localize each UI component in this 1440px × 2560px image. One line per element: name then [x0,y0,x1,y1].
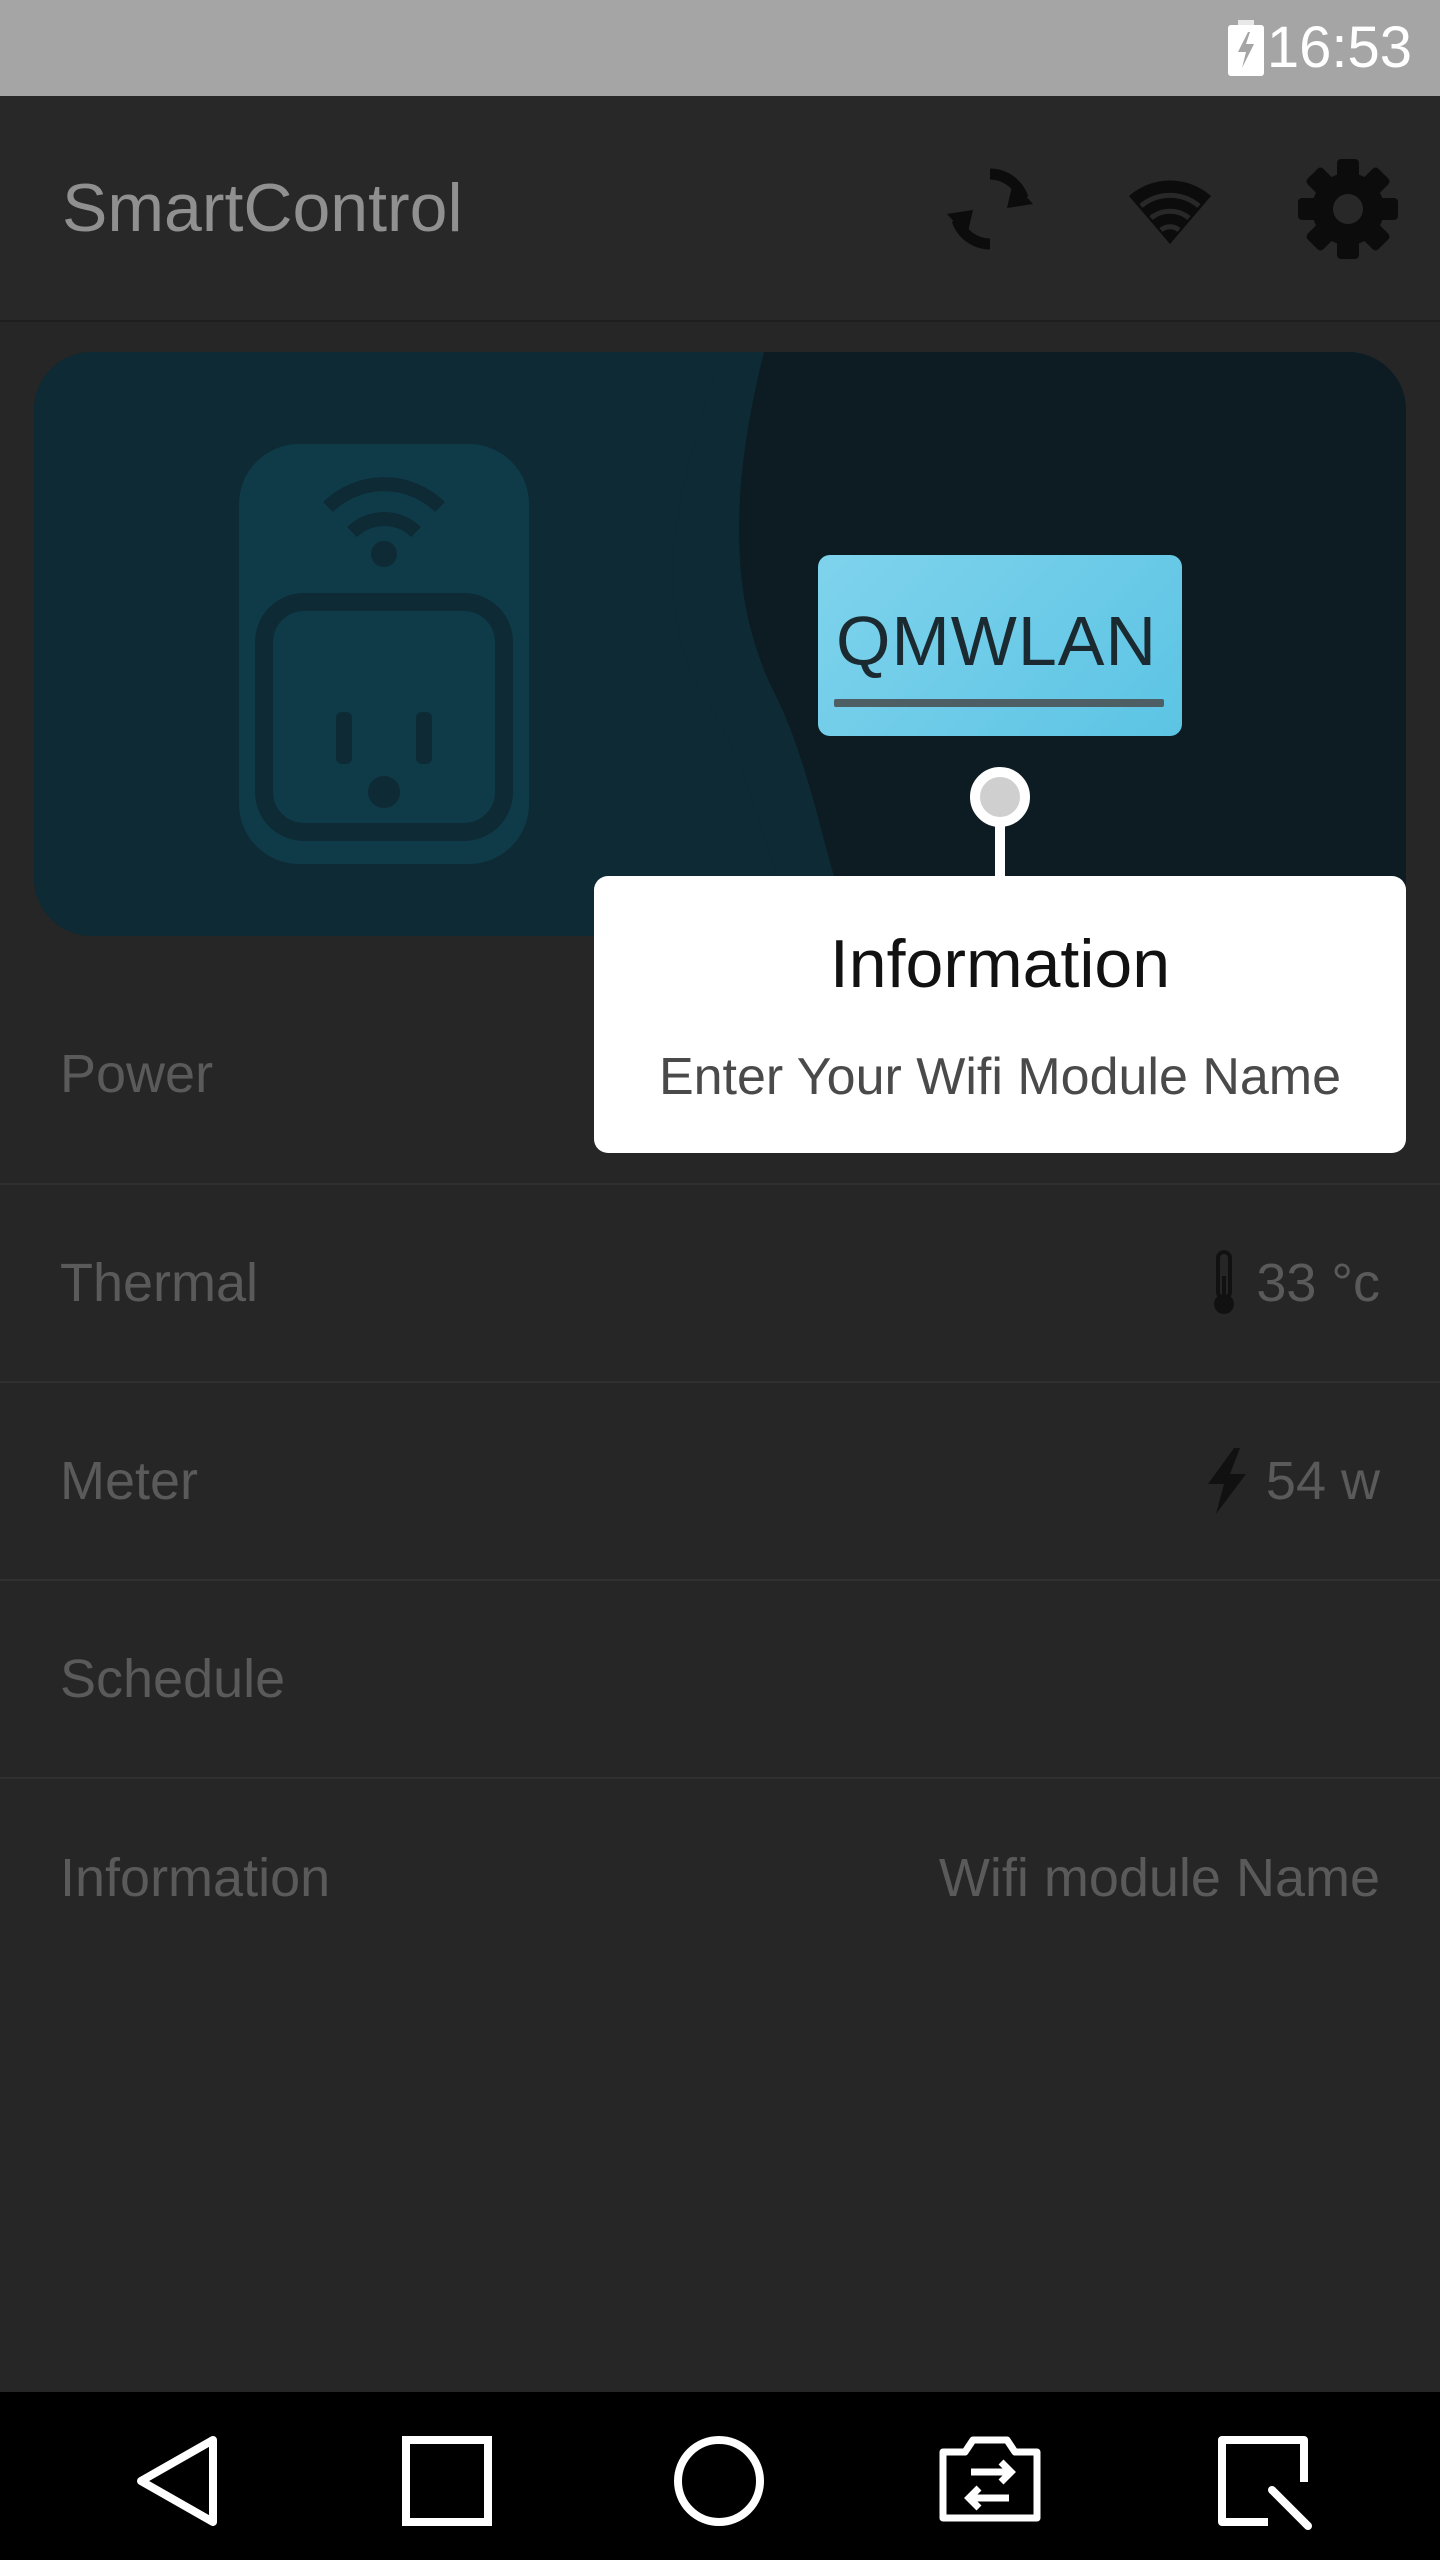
row-value: 54 w [1204,1448,1380,1514]
thermometer-icon [1214,1250,1235,1314]
status-bar: 16:53 [0,0,1440,96]
wifi-module-name-field[interactable]: QMWLAN [818,555,1182,736]
wifi-module-name-value: QMWLAN [836,602,1157,680]
information-tooltip[interactable]: Information Enter Your Wifi Module Name [594,876,1406,1153]
refresh-icon[interactable] [935,154,1045,264]
status-time: 16:53 [1266,15,1412,80]
row-label: Thermal [60,1253,259,1313]
tooltip-title: Information [829,926,1171,1002]
row-label: Schedule [60,1649,286,1709]
tooltip-message: Enter Your Wifi Module Name [658,1048,1342,1106]
row-value: Wifi module Name [939,1847,1380,1909]
navigation-bar [0,2392,1440,2560]
smart-plug-illustration [34,352,1406,936]
battery-charging-icon [1228,20,1264,76]
list-row-schedule[interactable]: Schedule [0,1581,1440,1779]
list-row-information[interactable]: Information Wifi module Name [0,1779,1440,1977]
row-label: Information [60,1848,331,1908]
row-value: 33 °c [1210,1250,1380,1316]
list-row-thermal[interactable]: Thermal 33 °c [0,1185,1440,1383]
hero-banner [34,352,1406,936]
app-title: SmartControl [62,170,463,246]
row-label: Meter [60,1451,199,1511]
home-icon[interactable] [664,2426,774,2536]
field-underline [834,699,1164,707]
screen-capture-icon[interactable] [1208,2426,1318,2536]
meter-value: 54 w [1265,1451,1380,1511]
switch-app-icon[interactable] [935,2426,1045,2536]
list-row-meter[interactable]: Meter 54 w [0,1383,1440,1581]
back-icon[interactable] [125,2426,235,2536]
thermal-value: 33 °c [1256,1253,1380,1313]
information-value: Wifi module Name [938,1848,1380,1908]
recent-apps-icon[interactable] [392,2426,502,2536]
row-label: Power [60,1044,214,1104]
app-bar: SmartControl [0,96,1440,322]
tooltip-anchor-dot [970,767,1030,827]
wifi-icon[interactable] [1115,154,1225,264]
gear-icon[interactable] [1293,154,1403,264]
lightning-icon [1207,1448,1246,1514]
